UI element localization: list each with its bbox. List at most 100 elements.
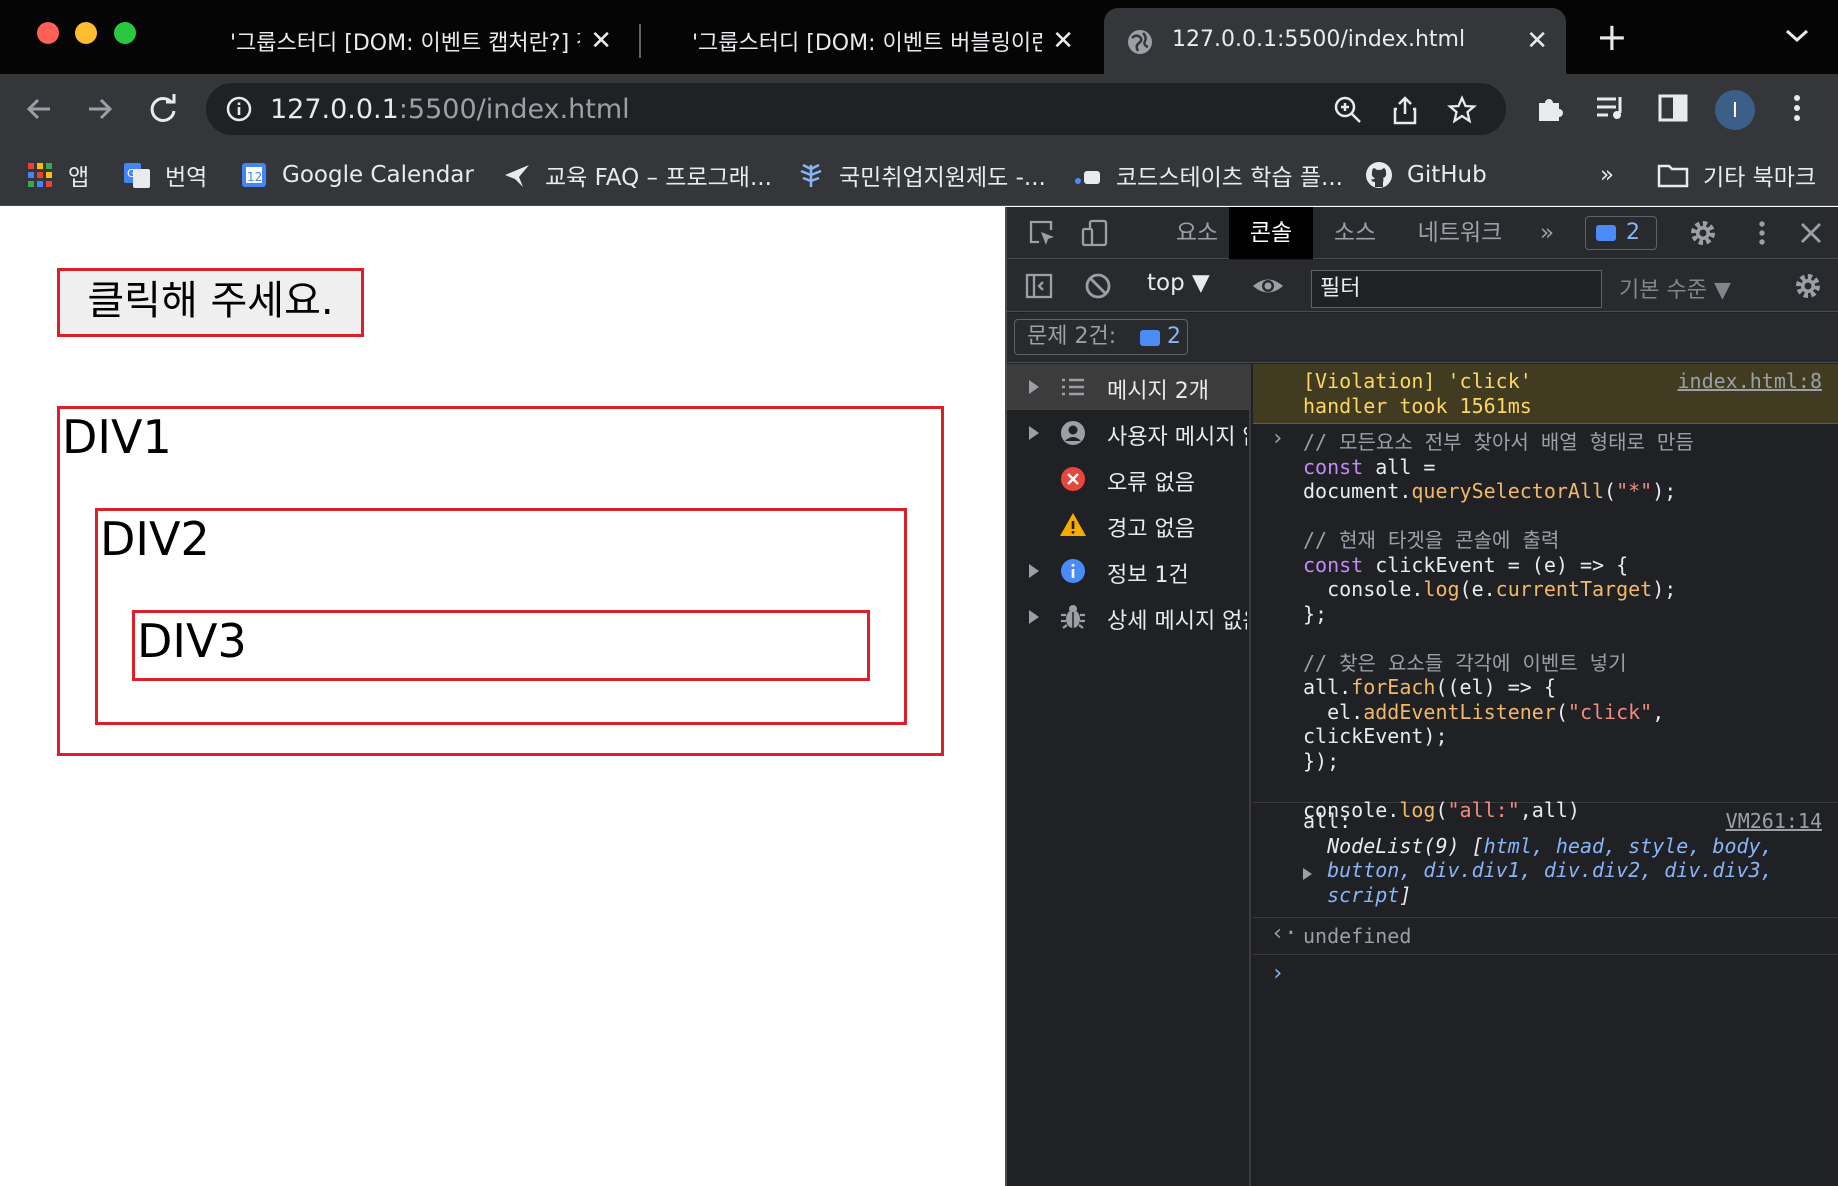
click-me-button[interactable]: 클릭해 주세요. [57, 268, 364, 337]
tab-sources[interactable]: 소스 [1313, 207, 1397, 259]
issues-badge-button[interactable]: 2 [1585, 216, 1657, 250]
list-icon [1062, 378, 1084, 396]
svg-text:12: 12 [247, 170, 262, 184]
fern-icon [800, 163, 822, 187]
browser-tab-2[interactable]: '그룹스터디 [DOM: 이벤트 버블링이란?] ✕ [692, 8, 1092, 74]
tab-close-icon[interactable]: ✕ [590, 28, 612, 54]
console-input-code: › // 모든요소 전부 찾아서 배열 형태로 만듬 const all = do… [1253, 425, 1838, 822]
bookmarks-bar: 앱 G 번역 12 Google Calendar 교육 FAQ – 프로그래.… [0, 144, 1838, 206]
eye-icon[interactable] [1251, 271, 1285, 301]
sidebar-item-verbose[interactable]: 상세 메시지 없음 [1007, 594, 1249, 640]
div3-box[interactable]: DIV3 [132, 610, 870, 681]
github-icon [1366, 162, 1392, 188]
tab-network[interactable]: 네트워크 [1405, 207, 1515, 259]
div3-label: DIV3 [137, 614, 247, 668]
user-icon [1061, 421, 1085, 445]
bookmark-google-calendar[interactable]: 12 Google Calendar [240, 158, 474, 192]
code-keyword: const [1303, 552, 1364, 577]
log-level-select[interactable]: 기본 수준 ▼ [1619, 272, 1731, 304]
code-text: console. [1303, 577, 1424, 601]
sidebar-item-info[interactable]: 정보 1건 [1007, 548, 1249, 594]
log-source-link[interactable]: VM261:14 [1726, 809, 1822, 834]
sidebar-label: 메시지 2개 [1107, 379, 1209, 404]
close-icon[interactable] [1796, 218, 1826, 248]
console-prompt-input[interactable]: › [1253, 956, 1838, 996]
browser-tab-1[interactable]: '그룹스터디 [DOM: 이벤트 캡처란?] 작성 ✕ [230, 8, 630, 74]
code-function: log [1423, 577, 1460, 601]
browser-titlebar: '그룹스터디 [DOM: 이벤트 캡처란?] 작성 ✕ '그룹스터디 [DOM:… [0, 0, 1838, 74]
code-string: "*" [1616, 479, 1653, 503]
console-output[interactable]: [Violation] 'click' handler took 1561ms i… [1253, 364, 1838, 1186]
address-bar[interactable]: 127.0.0.1:5500/index.html [206, 83, 1506, 135]
bookmark-translate[interactable]: G 번역 [123, 158, 207, 192]
profile-avatar[interactable]: I [1715, 90, 1755, 130]
bookmark-employment-support[interactable]: 국민취업지원제도 -... [797, 158, 1046, 192]
side-panel-icon[interactable] [1656, 91, 1690, 125]
chevron-down-icon[interactable] [1784, 26, 1810, 46]
filter-input[interactable]: 필터 [1311, 270, 1602, 308]
issues-chip-button[interactable]: 문제 2건: 2 [1014, 319, 1188, 355]
settings-gear-icon[interactable] [1688, 218, 1718, 248]
folder-icon [1657, 164, 1689, 188]
forward-arrow-icon[interactable] [83, 92, 117, 126]
bookmark-label: 번역 [165, 165, 208, 191]
inspect-element-icon[interactable] [1027, 218, 1057, 248]
clear-console-icon[interactable] [1083, 271, 1113, 301]
sidebar-item-errors[interactable]: 오류 없음 [1007, 456, 1249, 502]
kebab-menu-icon[interactable] [1780, 91, 1814, 125]
devtools-tabbar: 요소 콘솔 소스 네트워크 » 2 [1007, 207, 1838, 259]
browser-tab-active[interactable]: 127.0.0.1:5500/index.html ✕ [1104, 8, 1566, 74]
code-text: ); [1652, 479, 1677, 503]
back-arrow-icon[interactable] [22, 92, 56, 126]
violation-source-link[interactable]: index.html:8 [1678, 369, 1823, 394]
window-zoom-button[interactable] [114, 22, 136, 44]
nodelist-items[interactable]: button, div.div1, div.div2, div.div3, [1327, 858, 1773, 882]
kebab-menu-icon[interactable] [1747, 218, 1777, 248]
tab-close-icon[interactable]: ✕ [1526, 28, 1548, 54]
nodelist-items: script [1327, 882, 1400, 907]
error-icon [1061, 467, 1085, 491]
more-tabs-button[interactable]: » [1527, 207, 1567, 259]
tab-elements[interactable]: 요소 [1155, 207, 1239, 259]
warning-icon [1060, 513, 1086, 536]
context-select[interactable]: top ▼ [1147, 270, 1210, 296]
violation-line-1: [Violation] 'click' [1303, 369, 1532, 393]
window-close-button[interactable] [37, 22, 59, 44]
bookmark-education-faq[interactable]: 교육 FAQ – 프로그래... [503, 158, 772, 192]
bookmarks-overflow-button[interactable]: » [1600, 158, 1614, 192]
sidebar-item-messages[interactable]: 메시지 2개 [1007, 364, 1249, 410]
bug-icon [1061, 605, 1085, 629]
expand-triangle-icon[interactable] [1029, 426, 1039, 440]
bookmark-github[interactable]: GitHub [1365, 158, 1487, 192]
code-text: all = [1363, 454, 1436, 479]
reading-list-icon[interactable] [1594, 91, 1628, 125]
expand-triangle-icon[interactable] [1029, 380, 1039, 394]
window-minimize-button[interactable] [75, 22, 97, 44]
bookmark-codestates[interactable]: 코드스테이츠 학습 플... [1074, 158, 1343, 192]
extensions-puzzle-icon[interactable] [1533, 91, 1567, 125]
sidebar-toggle-icon[interactable] [1024, 271, 1054, 301]
share-icon[interactable] [1390, 95, 1420, 125]
console-settings-gear-icon[interactable] [1793, 271, 1823, 301]
svg-text:G: G [127, 167, 136, 180]
expand-triangle-icon[interactable] [1029, 564, 1039, 578]
console-result: ‹· undefined [1253, 919, 1838, 955]
expand-triangle-icon[interactable] [1029, 610, 1039, 624]
violation-message: [Violation] 'click' handler took 1561ms i… [1253, 364, 1838, 424]
nodelist-close: ] [1399, 882, 1412, 907]
tab-close-icon[interactable]: ✕ [1052, 28, 1074, 54]
tab-console[interactable]: 콘솔 [1229, 207, 1313, 259]
site-info-icon[interactable] [226, 96, 252, 122]
zoom-in-icon[interactable] [1333, 95, 1363, 125]
sidebar-item-user-messages[interactable]: 사용자 메시지 없음 [1007, 410, 1249, 456]
code-comment: // 현재 타겟을 콘솔에 출력 [1303, 528, 1560, 552]
bookmark-star-icon[interactable] [1447, 95, 1477, 125]
other-bookmarks-folder[interactable]: 기타 북마크 [1657, 158, 1816, 192]
code-keyword: const [1303, 454, 1364, 479]
expand-triangle-icon[interactable] [1303, 868, 1312, 880]
new-tab-button[interactable]: + [1596, 18, 1628, 56]
device-toolbar-icon[interactable] [1080, 218, 1110, 248]
sidebar-item-warnings[interactable]: 경고 없음 [1007, 502, 1249, 548]
bookmark-apps[interactable]: 앱 [26, 158, 89, 192]
reload-icon[interactable] [146, 92, 180, 126]
